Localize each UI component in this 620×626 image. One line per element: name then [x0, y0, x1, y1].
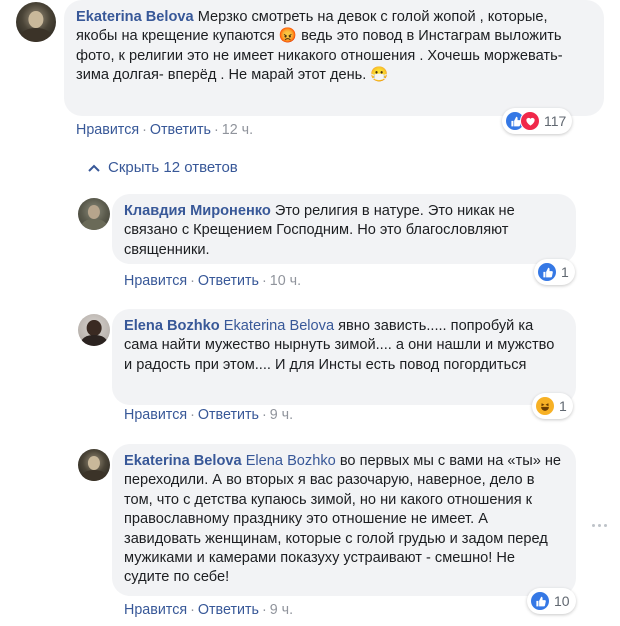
separator: ·	[261, 273, 267, 289]
reply-link[interactable]: Ответить	[198, 407, 259, 423]
reaction-count: 1	[561, 264, 569, 280]
avatar[interactable]	[78, 198, 110, 230]
thumbs-up-icon	[537, 262, 557, 282]
reply-link[interactable]: Ответить	[198, 602, 259, 618]
comment-actions: Нравится · Ответить · 9 ч.	[124, 407, 293, 423]
like-link[interactable]: Нравится	[76, 122, 139, 138]
laughing-face-icon	[535, 396, 555, 416]
more-options-icon[interactable]	[590, 516, 608, 534]
separator: ·	[213, 122, 219, 138]
comment-author[interactable]: Клавдия Мироненко	[124, 203, 271, 219]
comment-author[interactable]: Ekaterina Belova	[124, 453, 242, 469]
like-link[interactable]: Нравится	[124, 602, 187, 618]
separator: ·	[190, 407, 195, 423]
reaction-summary[interactable]: 10	[527, 588, 576, 614]
comment-actions: Нравится · Ответить · 9 ч.	[124, 602, 293, 618]
reaction-summary[interactable]: 117	[502, 108, 573, 134]
separator: ·	[261, 602, 267, 618]
reaction-count: 10	[554, 593, 570, 609]
reply-link[interactable]: Ответить	[150, 122, 211, 138]
separator: ·	[142, 122, 147, 138]
reply-bubble: Клавдия Мироненко Это религия в натуре. …	[112, 194, 576, 264]
reaction-count: 117	[544, 113, 567, 129]
heart-icon	[520, 111, 540, 131]
comment-text: во первых мы с вами на «ты» не переходил…	[124, 453, 562, 586]
hide-replies-link[interactable]: Скрыть 12 ответов	[88, 159, 238, 176]
reaction-summary[interactable]: 1	[532, 393, 573, 419]
comment-actions: Нравится · Ответить · 10 ч.	[124, 273, 301, 289]
separator: ·	[190, 602, 195, 618]
reply-link[interactable]: Ответить	[198, 273, 259, 289]
timestamp[interactable]: 10 ч.	[270, 273, 301, 289]
timestamp[interactable]: 9 ч.	[270, 407, 293, 423]
like-link[interactable]: Нравится	[124, 273, 187, 289]
timestamp[interactable]: 12 ч.	[222, 122, 253, 138]
reaction-summary[interactable]: 1	[534, 259, 575, 285]
comment-author[interactable]: Elena Bozhko	[124, 318, 220, 334]
reaction-count: 1	[559, 398, 567, 414]
comment-author[interactable]: Ekaterina Belova	[76, 9, 194, 25]
timestamp[interactable]: 9 ч.	[270, 602, 293, 618]
mention-link[interactable]: Elena Bozhko	[246, 453, 336, 469]
comment-actions: Нравится · Ответить · 12 ч.	[76, 122, 253, 138]
separator: ·	[190, 273, 195, 289]
comment-bubble: Ekaterina Belova Мерзко смотреть на дево…	[64, 0, 604, 116]
reply-bubble: Elena Bozhko Ekaterina Belova явно завис…	[112, 309, 576, 405]
like-link[interactable]: Нравится	[124, 407, 187, 423]
avatar[interactable]	[78, 449, 110, 481]
hide-replies-label: Скрыть 12 ответов	[108, 159, 238, 176]
separator: ·	[261, 407, 267, 423]
avatar[interactable]	[16, 2, 56, 42]
avatar[interactable]	[78, 314, 110, 346]
thumbs-up-icon	[530, 591, 550, 611]
mention-link[interactable]: Ekaterina Belova	[224, 318, 334, 334]
reply-bubble: Ekaterina Belova Elena Bozhko во первых …	[112, 444, 576, 596]
chevron-up-icon	[88, 164, 100, 172]
